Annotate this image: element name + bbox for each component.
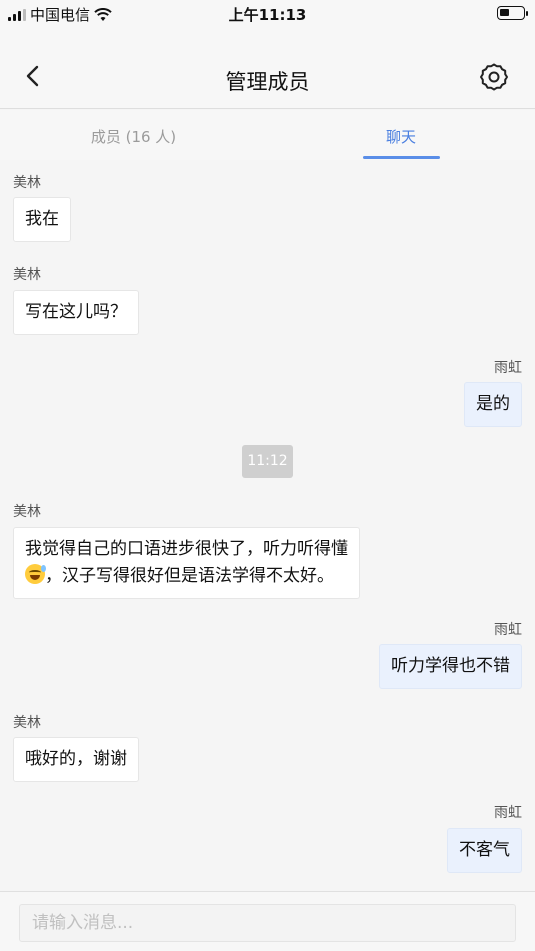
message-bubble[interactable]: 我在: [13, 197, 71, 242]
input-bar: [0, 891, 535, 951]
tab-bar: 成员 (16 人) 聊天: [0, 110, 535, 160]
message-bubble[interactable]: 听力学得也不错: [379, 644, 522, 689]
gear-icon[interactable]: [479, 62, 509, 92]
sender-name: 美林: [13, 504, 41, 520]
active-tab-indicator: [363, 156, 440, 159]
status-bar: 中国电信 上午11:13: [0, 0, 535, 28]
message-bubble[interactable]: 是的: [464, 382, 522, 427]
battery-icon: [497, 6, 528, 20]
message-line: 我觉得自己的口语进步很快了，听力听得懂: [25, 539, 348, 559]
clock: 上午11:13: [228, 6, 307, 24]
sender-name: 美林: [13, 715, 41, 731]
chat-area[interactable]: 美林 我在 美林 写在这儿吗？ 雨虹 是的 11:12 美林 我觉得自己的口语进…: [0, 160, 535, 890]
tab-members[interactable]: 成员 (16 人): [0, 126, 267, 147]
sender-name: 美林: [13, 267, 41, 283]
tab-chat[interactable]: 聊天: [267, 126, 535, 147]
timestamp: 11:12: [242, 445, 293, 478]
sender-name: 雨虹: [494, 622, 522, 638]
message-bubble[interactable]: 不客气: [447, 828, 522, 873]
sweat-smile-emoji-icon: [25, 564, 46, 584]
sender-name: 雨虹: [494, 360, 522, 376]
message-bubble[interactable]: 我觉得自己的口语进步很快了，听力听得懂 ，汉子写得很好但是语法学得不太好。: [13, 527, 360, 599]
message-input[interactable]: [19, 904, 516, 942]
message-line-with-emoji: ，汉子写得很好但是语法学得不太好。: [25, 563, 348, 590]
navigation-bar: 管理成员: [0, 28, 535, 109]
sender-name: 雨虹: [494, 805, 522, 821]
sender-name: 美林: [13, 175, 41, 191]
message-bubble[interactable]: 写在这儿吗？: [13, 290, 139, 335]
page-title: 管理成员: [225, 70, 310, 94]
message-bubble[interactable]: 哦好的，谢谢: [13, 737, 139, 782]
